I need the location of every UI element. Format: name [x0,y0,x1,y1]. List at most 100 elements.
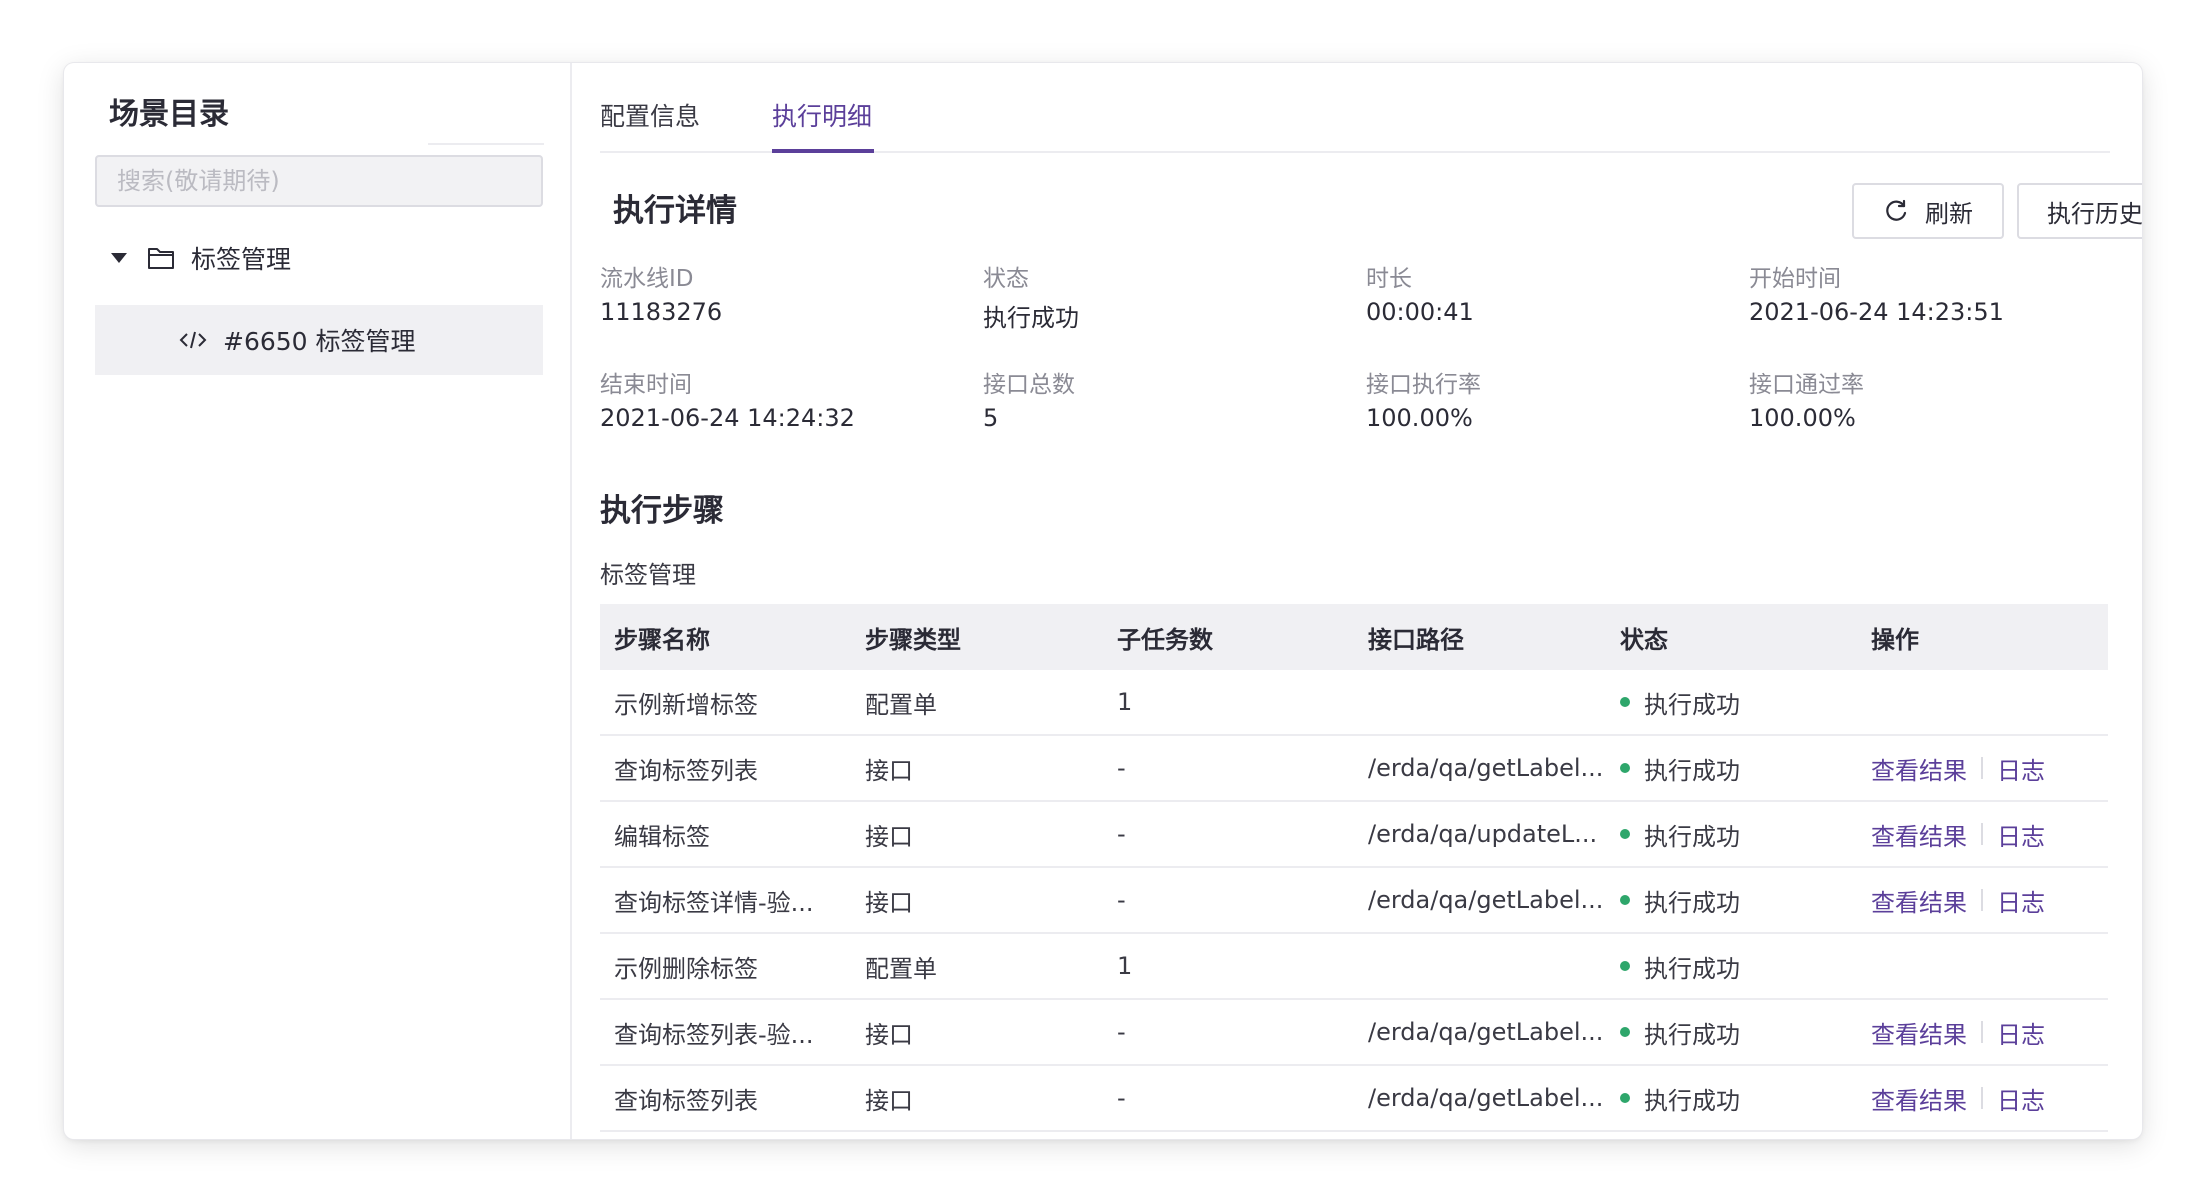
step-path: /erda/qa/getLabel... [1368,1018,1604,1046]
execution-history-button[interactable]: 执行历史 [2017,183,2142,239]
step-type: 配置单 [865,954,937,983]
step-path: /erda/qa/getLabel... [1368,886,1604,914]
tab-bar: 配置信息 执行明细 [600,63,2110,153]
log-link[interactable]: 日志 [1997,751,2045,786]
api-pass-rate-value: 100.00% [1749,404,1856,432]
view-result-link[interactable]: 查看结果 [1871,817,1967,852]
step-status: 执行成功 [1606,685,1857,720]
log-link[interactable]: 日志 [1997,1081,2045,1116]
step-name: 编辑标签 [614,822,710,851]
step-status: 执行成功 [1606,883,1857,918]
log-link[interactable]: 日志 [1997,883,2045,918]
step-type: 接口 [865,888,913,917]
code-icon [179,331,207,349]
view-result-link[interactable]: 查看结果 [1871,1081,1967,1116]
execution-steps-title: 执行步骤 [600,493,724,529]
step-group-label: 标签管理 [600,561,696,589]
folder-icon [148,248,174,269]
step-actions: 查看结果 日志 [1857,883,2108,918]
step-type: 接口 [865,822,913,851]
table-row: 查询标签详情-验... 接口 - /erda/qa/getLabel... 执行… [600,868,2108,934]
step-actions: 查看结果 日志 [1857,751,2108,786]
view-result-link[interactable]: 查看结果 [1871,883,1967,918]
column-header: 子任务数 [1117,625,1213,654]
divider [1981,757,1983,779]
step-subtasks: - [1117,820,1126,848]
step-subtasks: - [1117,886,1126,914]
table-row: 查询标签列表 接口 - /erda/qa/getLabel... 执行成功 查看… [600,1066,2108,1132]
tree-item-scene-6650[interactable]: #6650 标签管理 [95,305,543,375]
status-text: 执行成功 [1644,822,1740,851]
success-dot-icon [1620,961,1630,971]
folder-label: 标签管理 [191,245,292,274]
divider [428,143,544,145]
table-header: 步骤名称 步骤类型 子任务数 接口路径 状态 操作 [600,604,2108,670]
pipeline-id-label: 流水线ID [600,266,694,292]
start-time-value: 2021-06-24 14:23:51 [1749,298,2004,326]
table-row: 示例删除标签 配置单 1 执行成功 [600,934,2108,1000]
view-result-link[interactable]: 查看结果 [1871,1015,1967,1050]
step-type: 配置单 [865,690,937,719]
status-text: 执行成功 [1644,1020,1740,1049]
step-status: 执行成功 [1606,949,1857,984]
log-link[interactable]: 日志 [1997,1015,2045,1050]
step-name: 查询标签列表-验... [614,1020,814,1049]
step-name: 查询标签详情-验... [614,888,814,917]
success-dot-icon [1620,1027,1630,1037]
divider [1981,889,1983,911]
step-type: 接口 [865,1086,913,1115]
step-path: /erda/qa/getLabel... [1368,1084,1604,1112]
step-subtasks: 1 [1117,688,1133,716]
refresh-icon [1886,199,1907,221]
step-name: 查询标签列表 [614,756,758,785]
sidebar-title: 场景目录 [109,97,229,132]
main-panel: 配置信息 执行明细 执行详情 刷新 执行历史 流水线ID 11183276 状态… [574,63,2142,1139]
step-subtasks: - [1117,754,1126,782]
step-type: 接口 [865,756,913,785]
status-text: 执行成功 [1644,690,1740,719]
end-time-value: 2021-06-24 14:24:32 [600,404,855,432]
success-dot-icon [1620,763,1630,773]
pipeline-id-value: 11183276 [600,298,723,326]
view-result-link[interactable]: 查看结果 [1871,751,1967,786]
caret-down-icon[interactable] [111,253,127,263]
success-dot-icon [1620,1093,1630,1103]
column-header: 接口路径 [1368,625,1464,654]
api-total-label: 接口总数 [983,372,1075,398]
divider [1981,823,1983,845]
end-time-label: 结束时间 [600,372,692,398]
api-total-value: 5 [983,404,999,432]
start-time-label: 开始时间 [1749,266,1841,292]
api-exec-rate-value: 100.00% [1366,404,1473,432]
step-path: /erda/qa/updateL... [1368,820,1598,848]
step-name: 示例删除标签 [614,954,758,983]
column-header: 状态 [1620,625,1668,654]
step-subtasks: - [1117,1084,1126,1112]
step-subtasks: 1 [1117,952,1133,980]
duration-value: 00:00:41 [1366,298,1474,326]
refresh-label: 刷新 [1925,199,1973,228]
column-header: 步骤名称 [614,625,710,654]
status-text: 执行成功 [1644,954,1740,983]
table-row: 查询标签列表 接口 - /erda/qa/getLabel... 执行成功 查看… [600,736,2108,802]
table-row: 示例新增标签 配置单 1 执行成功 [600,670,2108,736]
step-status: 执行成功 [1606,1015,1857,1050]
api-pass-rate-label: 接口通过率 [1749,372,1864,398]
execution-details-title: 执行详情 [613,193,737,229]
tab-config-info[interactable]: 配置信息 [600,97,700,133]
column-header: 操作 [1871,625,1919,654]
step-status: 执行成功 [1606,817,1857,852]
status-text: 执行成功 [1644,756,1740,785]
step-actions: 查看结果 日志 [1857,1081,2108,1116]
step-path: /erda/qa/getLabel... [1368,754,1604,782]
refresh-button[interactable]: 刷新 [1852,183,2004,239]
step-name: 示例新增标签 [614,690,758,719]
search-input[interactable] [95,155,543,207]
success-dot-icon [1620,829,1630,839]
steps-table: 步骤名称 步骤类型 子任务数 接口路径 状态 操作 示例新增标签 配置单 1 执… [600,604,2108,1132]
log-link[interactable]: 日志 [1997,817,2045,852]
step-type: 接口 [865,1020,913,1049]
tab-execution-detail[interactable]: 执行明细 [772,97,872,133]
tree-folder-label-management[interactable]: 标签管理 [111,238,291,278]
status-value: 执行成功 [983,304,1079,332]
